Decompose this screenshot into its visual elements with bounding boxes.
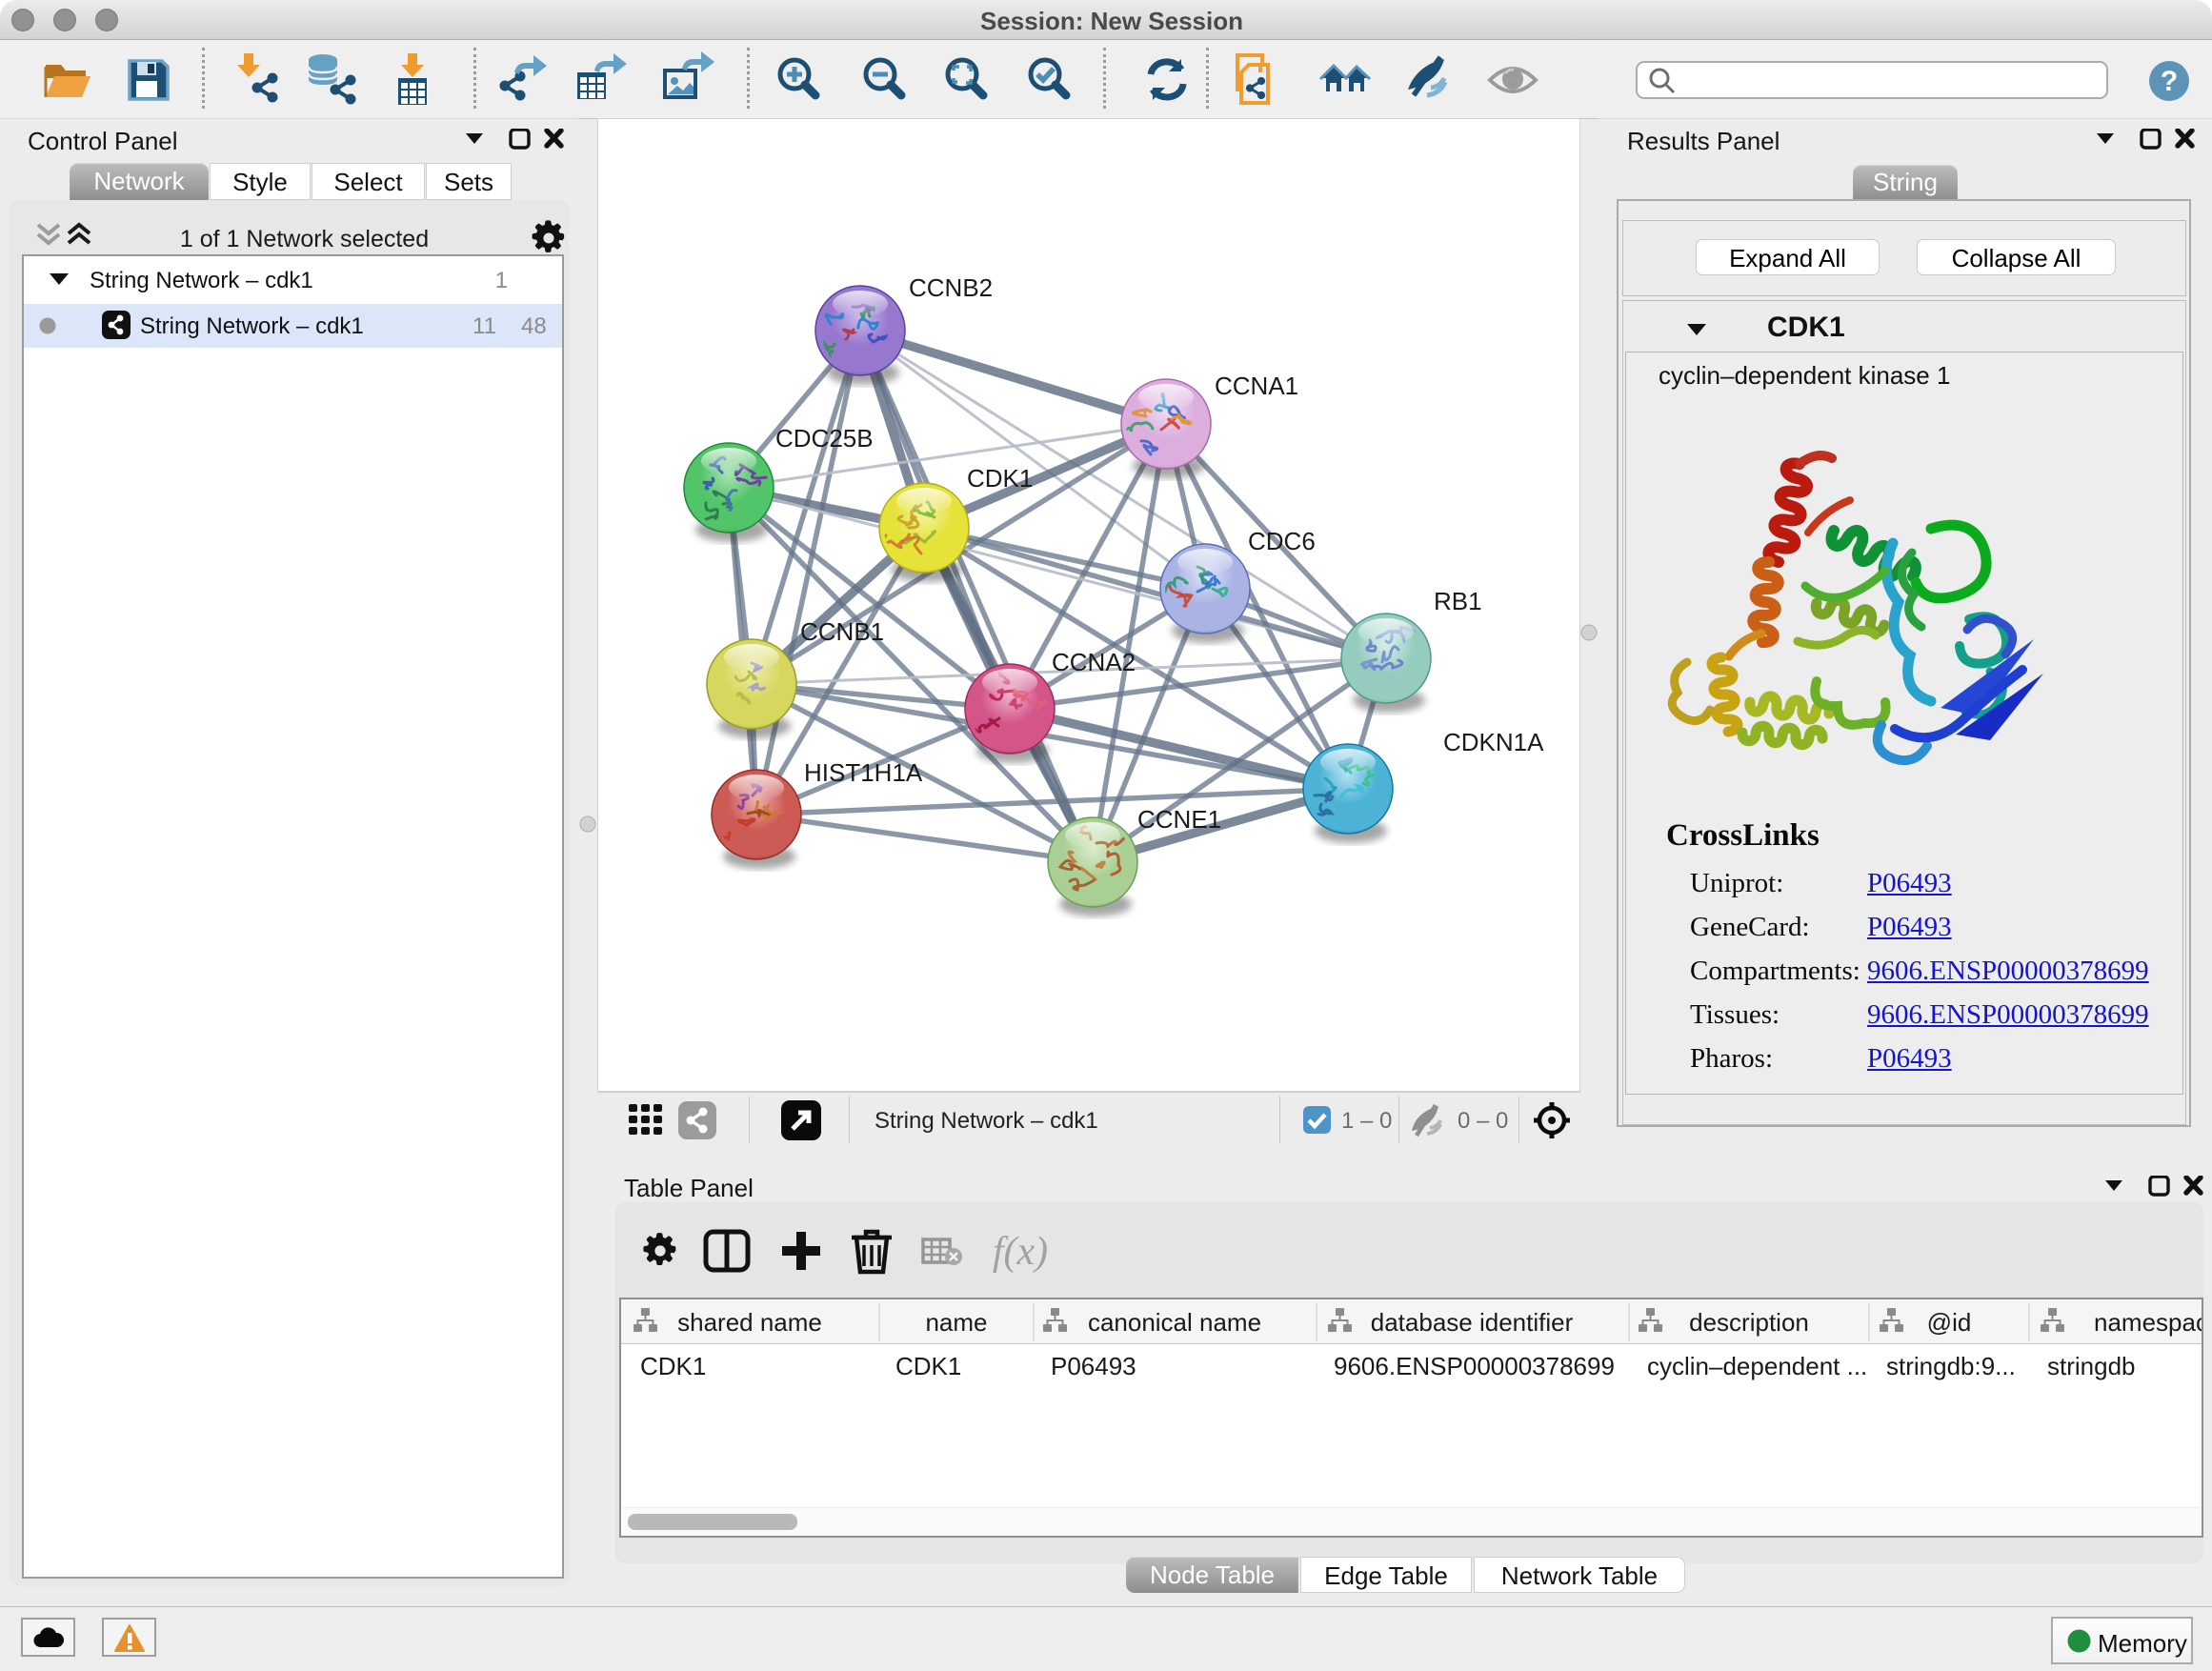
svg-text:database identifier: database identifier [1371,1308,1574,1337]
svg-text:CDC6: CDC6 [1248,527,1316,555]
svg-text:CDKN1A: CDKN1A [1443,728,1544,756]
svg-text:description: description [1689,1308,1809,1337]
svg-text:@id: @id [1927,1308,1972,1337]
svg-text:CDK1: CDK1 [967,464,1033,493]
svg-text:HIST1H1A: HIST1H1A [804,758,923,787]
svg-text:CCNA1: CCNA1 [1215,372,1298,400]
svg-text:CCNB2: CCNB2 [909,273,993,302]
svg-text:shared name: shared name [677,1308,822,1337]
svg-text:?: ? [2161,66,2178,97]
svg-text:CCNB1: CCNB1 [800,617,884,646]
svg-text:CCNA2: CCNA2 [1052,648,1136,676]
svg-text:f(x): f(x) [993,1230,1048,1274]
svg-text:CCNE1: CCNE1 [1137,805,1221,834]
svg-text:namespace: namespace [2094,1308,2202,1337]
svg-text:CDC25B: CDC25B [775,424,874,453]
svg-text:name: name [925,1308,987,1337]
svg-text:canonical name: canonical name [1088,1308,1261,1337]
svg-text:RB1: RB1 [1434,587,1482,615]
